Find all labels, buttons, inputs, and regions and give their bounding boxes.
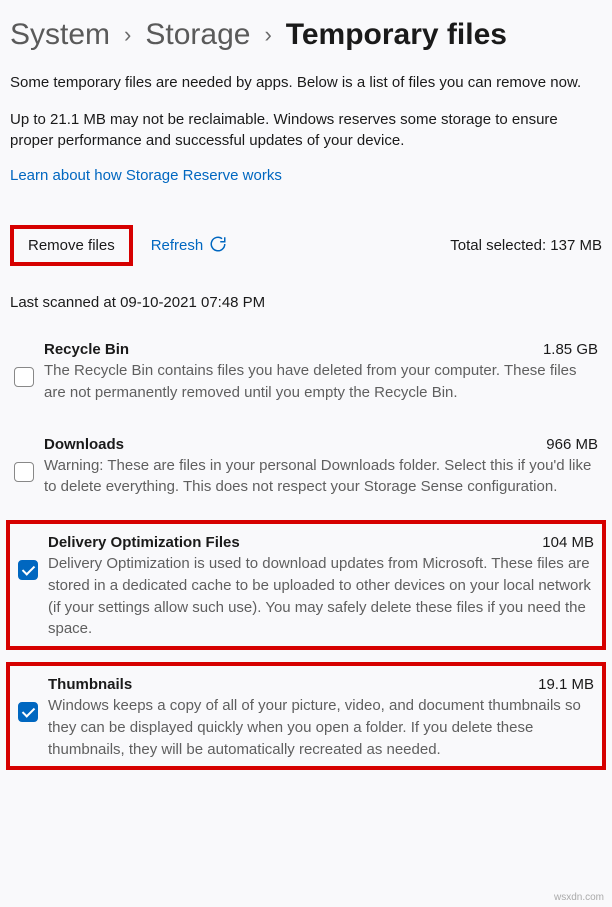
- chevron-right-icon: ›: [264, 22, 271, 48]
- total-selected-label: Total selected:: [450, 237, 550, 254]
- breadcrumb: System › Storage › Temporary files: [0, 0, 612, 62]
- file-title: Recycle Bin: [44, 341, 129, 358]
- checkbox-recycle-bin[interactable]: [14, 367, 34, 387]
- file-title: Thumbnails: [48, 676, 132, 693]
- checkbox-thumbnails[interactable]: [18, 702, 38, 722]
- total-selected-value: 137 MB: [550, 237, 602, 254]
- last-scanned-text: Last scanned at 09-10-2021 07:48 PM: [0, 274, 612, 331]
- file-size: 1.85 GB: [543, 341, 598, 358]
- file-description: Windows keeps a copy of all of your pict…: [48, 695, 594, 760]
- chevron-right-icon: ›: [124, 22, 131, 48]
- file-size: 19.1 MB: [538, 676, 594, 693]
- total-selected: Total selected: 137 MB: [450, 237, 602, 254]
- watermark: wsxdn.com: [554, 892, 604, 903]
- file-item-thumbnails: Thumbnails 19.1 MB Windows keeps a copy …: [6, 662, 606, 770]
- breadcrumb-system[interactable]: System: [10, 18, 110, 52]
- file-list: Recycle Bin 1.85 GB The Recycle Bin cont…: [0, 331, 612, 770]
- refresh-button[interactable]: Refresh: [151, 235, 228, 257]
- file-description: The Recycle Bin contains files you have …: [44, 360, 598, 404]
- checkbox-downloads[interactable]: [14, 462, 34, 482]
- file-item-recycle-bin: Recycle Bin 1.85 GB The Recycle Bin cont…: [6, 331, 606, 426]
- file-item-downloads: Downloads 966 MB Warning: These are file…: [6, 426, 606, 521]
- storage-reserve-link[interactable]: Learn about how Storage Reserve works: [0, 167, 292, 184]
- breadcrumb-storage[interactable]: Storage: [145, 18, 250, 52]
- intro-line-2: Up to 21.1 MB may not be reclaimable. Wi…: [10, 109, 602, 151]
- checkbox-delivery-optimization[interactable]: [18, 560, 38, 580]
- file-size: 104 MB: [542, 534, 594, 551]
- file-description: Delivery Optimization is used to downloa…: [48, 553, 594, 640]
- file-description: Warning: These are files in your persona…: [44, 455, 598, 499]
- intro-text: Some temporary files are needed by apps.…: [0, 62, 612, 151]
- intro-line-1: Some temporary files are needed by apps.…: [10, 72, 602, 93]
- remove-files-button[interactable]: Remove files: [10, 225, 133, 266]
- file-title: Delivery Optimization Files: [48, 534, 240, 551]
- file-title: Downloads: [44, 436, 124, 453]
- file-item-delivery-optimization: Delivery Optimization Files 104 MB Deliv…: [6, 520, 606, 650]
- page-title: Temporary files: [286, 18, 507, 52]
- file-size: 966 MB: [546, 436, 598, 453]
- actions-row: Remove files Refresh Total selected: 137…: [0, 185, 612, 274]
- refresh-label: Refresh: [151, 237, 204, 254]
- refresh-icon: [209, 235, 227, 257]
